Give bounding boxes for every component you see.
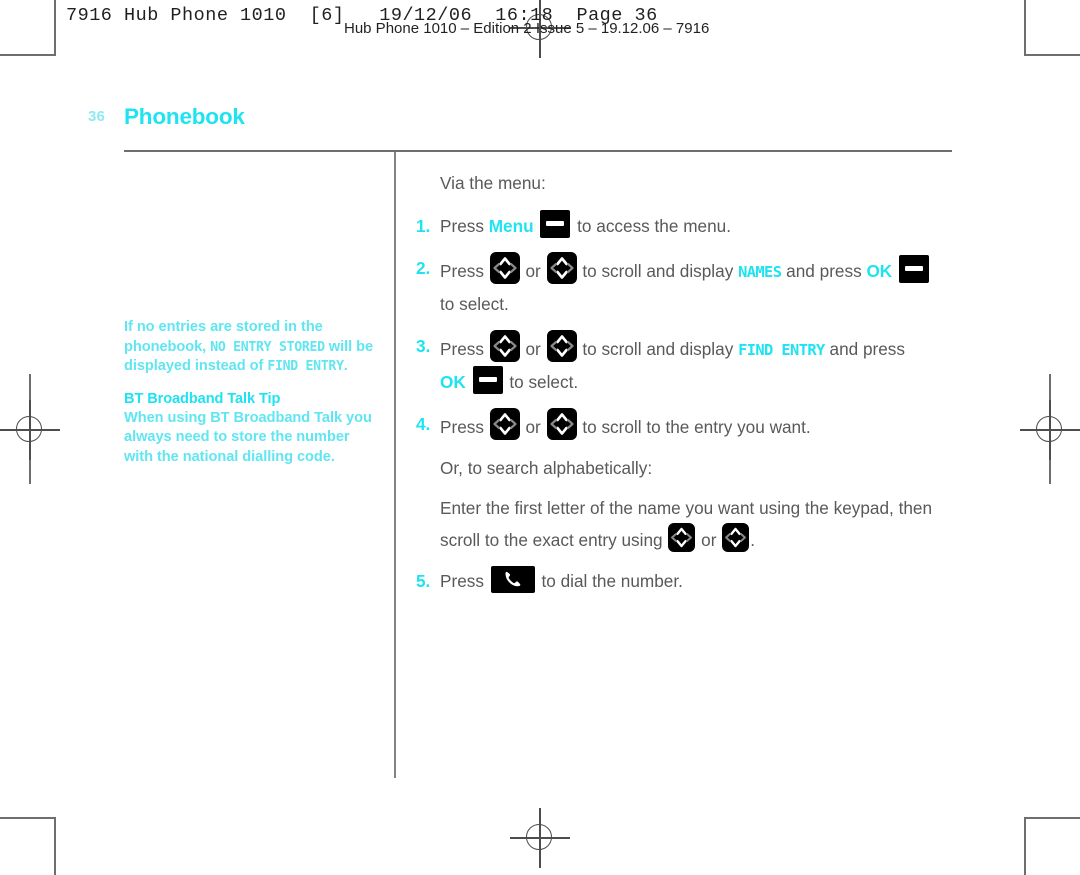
step-3-number: 3. [416,336,431,356]
alt-search-body: Enter the first letter of the name you w… [440,493,962,555]
sidebar-note-lcd-no-entry-stored: NO ENTRY STORED [210,339,325,355]
step-4-number: 4. [416,414,431,434]
step-3: 3. Press or to scroll and display FIND EN… [416,330,962,398]
alt-body-text-2: or [696,530,722,550]
step-5-number: 5. [416,571,431,591]
step-1-text-2: to access the menu. [572,216,731,236]
step-3-text-3: to scroll and display [577,339,739,359]
step-4-text-1: Press [440,417,489,437]
step-2-text-1: Press [440,261,489,281]
navigation-4way-key-icon[interactable] [546,330,577,362]
step-2-number: 2. [416,258,431,278]
sidebar-note-part3: . [343,358,348,374]
page-title: Phonebook [124,104,245,129]
step-4-text-2: or [520,417,546,437]
column-divider [394,152,397,778]
alt-body-text-3: . [750,530,755,550]
ok-menu-key-icon[interactable] [899,255,929,283]
ok-key-bar [546,221,565,226]
ok-key-bar [905,266,923,271]
step-2-text-3: to scroll and display [577,261,739,281]
step-3-keyword-ok: OK [440,372,466,392]
step-4: 4. Press or to scroll to the entry you wa… [416,408,962,443]
step-2-text-4: and press [781,261,867,281]
step-1-number: 1. [416,216,431,236]
step-5-text-2: to dial the number. [536,571,683,591]
step-2-text-5: to select. [440,294,509,314]
step-3-text-2: or [520,339,546,359]
ok-key-bar [478,377,497,382]
call-handset-key-icon[interactable] [490,566,535,593]
navigation-4way-key-icon[interactable] [546,408,577,440]
bt-broadband-talk-tip: BT Broadband Talk Tip When using BT Broa… [124,390,378,468]
step-1-keyword-menu: Menu [488,216,534,236]
step-2-keyword-ok: OK [866,261,893,281]
navigation-4way-key-icon[interactable] [546,252,577,284]
step-2-text-2: or [520,261,546,281]
sidebar-note-lcd-find-entry: FIND ENTRY [267,359,344,374]
step-4-text-3: to scroll to the entry you want. [577,417,811,437]
page-number: 36 [88,108,106,125]
navigation-4way-key-icon[interactable] [722,523,750,552]
step-3-text-4: and press [824,339,906,359]
navigation-4way-key-icon[interactable] [489,252,520,284]
step-2: 2. Press or to scroll and display NAMES a… [416,252,962,320]
step-3-text-5: to select. [504,372,579,392]
navigation-4way-key-icon[interactable] [489,330,520,362]
via-the-menu-lead: Via the menu: [440,173,546,193]
ok-menu-key-icon[interactable] [540,210,571,238]
ok-menu-key-icon[interactable] [472,366,503,394]
sidebar-note: If no entries are stored in the phoneboo… [124,318,378,377]
step-3-text-1: Press [440,339,489,359]
step-5: 5. Press to dial the number. [416,565,962,597]
tip-title: BT Broadband Talk Tip [124,390,281,407]
main-column: Via the menu: 1. Press Menu to access the… [416,170,962,607]
alt-search-lead: Or, to search alphabetically: [440,458,653,478]
step-1-text-1: Press [440,216,489,236]
header-rule [124,150,952,153]
sidebar-column: If no entries are stored in the phoneboo… [124,318,378,467]
step-2-lcd-names: NAMES [738,263,782,281]
step-1: 1. Press Menu to access the menu. [416,210,962,242]
navigation-4way-key-icon[interactable] [668,523,696,552]
manual-page: 36 Phonebook If no entries are stored in… [0,0,1080,873]
tip-body: When using BT Broadband Talk you always … [124,409,372,465]
step-3-lcd-find-entry: FIND ENTRY [738,341,825,359]
navigation-4way-key-icon[interactable] [489,408,520,440]
step-5-text-1: Press [440,571,489,591]
